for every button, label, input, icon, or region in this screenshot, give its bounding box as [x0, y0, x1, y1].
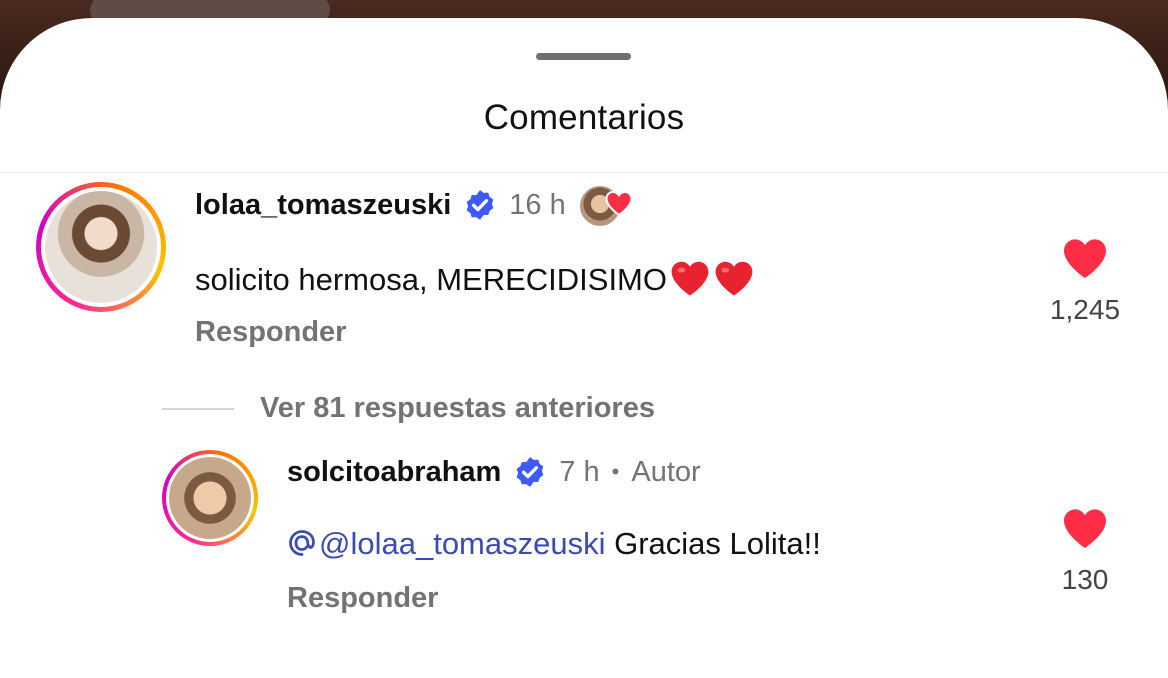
reply-button[interactable]: Responder: [195, 316, 346, 349]
view-replies-label: Ver 81 respuestas anteriores: [260, 392, 655, 424]
mention-link[interactable]: @lolaa_tomaszeuski: [287, 526, 606, 561]
comment-header: lolaa_tomaszeuski 16 h: [195, 183, 634, 228]
like-count: 130: [1061, 564, 1109, 595]
reply-button[interactable]: Responder: [287, 582, 438, 615]
like-button[interactable]: 130: [1040, 506, 1130, 596]
comment-time: 7 h: [559, 455, 600, 488]
author-badge: Autor: [631, 455, 701, 488]
verified-badge-icon: [466, 190, 494, 220]
red-heart-emoji-icon: [671, 261, 709, 296]
view-replies-button[interactable]: Ver 81 respuestas anteriores: [162, 392, 655, 425]
comment-text: solicito hermosa, MERECIDISIMO: [195, 258, 755, 298]
username[interactable]: solcitoabraham: [287, 456, 501, 489]
like-count: 1,245: [1049, 294, 1121, 325]
comment-time: 16 h: [509, 188, 566, 221]
comment-header: solcitoabraham 7 h • Autor: [287, 452, 701, 492]
avatar-photo: [169, 457, 251, 539]
comment-body: solicito hermosa, MERECIDISIMO: [195, 262, 667, 297]
heart-icon[interactable]: [1061, 236, 1109, 280]
author-liked-indicator: [577, 183, 634, 228]
sheet-title: Comentarios: [483, 98, 685, 137]
avatar-photo: [45, 191, 157, 303]
verified-badge-icon: [517, 457, 544, 487]
username[interactable]: lolaa_tomaszeuski: [195, 189, 451, 222]
avatar[interactable]: [162, 450, 258, 546]
heart-icon[interactable]: [1061, 506, 1109, 550]
like-button[interactable]: 1,245: [1040, 236, 1130, 326]
comment-text: @lolaa_tomaszeuski Gracias Lolita!!: [287, 526, 821, 562]
drag-handle[interactable]: [536, 53, 631, 60]
separator-dot: •: [611, 459, 620, 484]
red-heart-emoji-icon: [715, 261, 753, 296]
avatar[interactable]: [36, 182, 166, 312]
mention-threads-icon: [289, 530, 315, 556]
mention-text: @lolaa_tomaszeuski: [319, 526, 606, 561]
heart-icon: [605, 190, 633, 217]
comment-body: Gracias Lolita!!: [605, 526, 821, 561]
comments-sheet: Comentarios: [0, 18, 1168, 678]
header-divider: [0, 172, 1168, 173]
thread-line: [162, 407, 234, 410]
